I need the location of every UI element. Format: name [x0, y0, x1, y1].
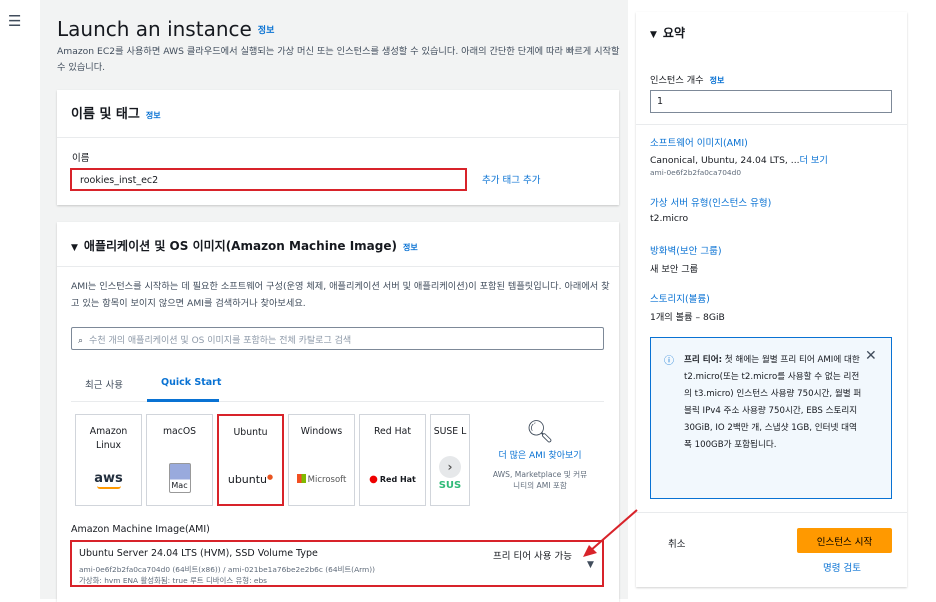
storage-value: 1개의 볼륨 – 8GiB [650, 312, 725, 323]
firewall-value: 새 보안 그룹 [650, 264, 699, 275]
ami-info-link[interactable]: 정보 [403, 243, 418, 252]
server-type-value: t2.micro [650, 213, 689, 224]
free-tier-alert: ⓘ ✕ 프리 티어: 첫 해에는 월별 프리 티어 AMI에 대한 t2.mic… [650, 337, 892, 499]
aws-logo-icon: aws [76, 471, 141, 489]
collapse-caret-icon: ▼ [650, 30, 657, 40]
ami-search-input[interactable]: ⌕ 수천 개의 애플리케이션 및 OS 이미지를 포함하는 전체 카탈로그 검색 [71, 327, 604, 350]
summary-panel: ▼ 요약 인스턴스 개수 정보 1 소프트웨어 이미지(AMI) Canonical… [636, 12, 907, 587]
collapse-caret-icon: ▼ [71, 243, 78, 253]
browse-more-ami[interactable]: 🔍︎ 더 많은 AMI 찾아보기 AWS, Marketplace 및 커뮤니티… [490, 420, 590, 491]
name-tags-header: 이름 및 태그 정보 [71, 107, 161, 122]
ami-tile-suse[interactable]: SUSE L › SUS [430, 414, 470, 506]
ami-attributes: 가상화: hvm ENA 활성화됨: true 루트 디바이스 유형: ebs [79, 576, 268, 585]
browse-more-ami-sub: AWS, Marketplace 및 커뮤니티의 AMI 포함 [492, 470, 588, 490]
show-more-link[interactable]: 더 보기 [800, 155, 828, 166]
software-image-value: Canonical, Ubuntu, 24.04 LTS, ...더 보기 [650, 155, 828, 166]
dropdown-caret-icon: ▼ [587, 560, 594, 570]
name-label: 이름 [72, 153, 90, 164]
browse-more-ami-link[interactable]: 더 많은 AMI 찾아보기 [490, 449, 590, 464]
microsoft-logo-icon: Microsoft [289, 474, 354, 485]
instance-count-input[interactable]: 1 [650, 90, 892, 113]
server-type-link[interactable]: 가상 서버 유형(인스턴스 유형) [650, 195, 771, 209]
summary-title[interactable]: ▼ 요약 [650, 24, 685, 41]
menu-icon[interactable]: ☰ [8, 12, 21, 30]
search-icon: ⌕ [78, 336, 84, 346]
page-description: Amazon EC2를 사용하면 AWS 클라우드에서 실행되는 가상 머신 또… [57, 46, 620, 73]
name-tags-panel: 이름 및 태그 정보 이름 rookies_inst_ec2 추가 태그 추가 [57, 90, 619, 205]
free-tier-badge: 프리 티어 사용 가능 [493, 551, 572, 562]
ami-header[interactable]: ▼ 애플리케이션 및 OS 이미지(Amazon Machine Image) 정보 [71, 237, 418, 254]
name-tags-info-link[interactable]: 정보 [146, 111, 161, 120]
cancel-button[interactable]: 취소 [668, 536, 685, 550]
name-input[interactable]: rookies_inst_ec2 [70, 168, 467, 191]
ami-panel: ▼ 애플리케이션 및 OS 이미지(Amazon Machine Image) 정보… [57, 222, 619, 602]
redhat-logo-icon: ● Red Hat [369, 474, 416, 485]
tab-recent[interactable]: 최근 사용 [85, 377, 123, 391]
magnifier-icon: 🔍︎ [526, 420, 554, 445]
software-image-link[interactable]: 소프트웨어 이미지(AMI) [650, 135, 748, 149]
mac-logo-icon: Mac [147, 463, 212, 493]
review-commands-link[interactable]: 명령 검토 [823, 560, 861, 574]
tab-quick-start[interactable]: Quick Start [149, 377, 233, 397]
ami-tabs: 최근 사용 Quick Start [71, 370, 604, 402]
ami-select[interactable]: Ubuntu Server 24.04 LTS (HVM), SSD Volum… [70, 540, 604, 587]
storage-link[interactable]: 스토리지(볼륨) [650, 291, 710, 305]
info-icon: ⓘ [664, 356, 674, 367]
alert-title: 프리 티어: [684, 355, 723, 365]
ami-tile-redhat[interactable]: Red Hat ● Red Hat [359, 414, 426, 506]
title-info-link[interactable]: 정보 [258, 26, 275, 36]
ubuntu-logo-icon: ubuntu● [227, 473, 274, 486]
ami-tile-amazon-linux[interactable]: Amazon Linux aws [75, 414, 142, 506]
ami-select-label: Amazon Machine Image(AMI) [71, 524, 210, 535]
instance-count-label: 인스턴스 개수 정보 [650, 75, 725, 86]
suse-logo-icon: › SUS [431, 456, 469, 491]
page-title: Launch an instance 정보 [57, 17, 275, 41]
alert-text: 첫 해에는 월별 프리 티어 AMI에 대한 t2.micro(또는 t2.mi… [684, 355, 862, 450]
active-tab-indicator [147, 399, 219, 402]
firewall-link[interactable]: 방화벽(보안 그룹) [650, 243, 722, 257]
ami-selected-title: Ubuntu Server 24.04 LTS (HVM), SSD Volum… [79, 548, 318, 559]
ami-description: AMI는 인스턴스를 시작하는 데 필요한 소프트웨어 구성(운영 체제, 애플… [71, 281, 610, 309]
software-image-id: ami-0e6f2b2fa0ca704d0 [650, 168, 742, 177]
ami-tile-windows[interactable]: Windows Microsoft [288, 414, 355, 506]
close-icon[interactable]: ✕ [865, 348, 877, 364]
add-tag-link[interactable]: 추가 태그 추가 [482, 172, 540, 186]
instance-count-info-link[interactable]: 정보 [710, 76, 725, 85]
ami-tile-ubuntu[interactable]: Ubuntu ubuntu● [217, 414, 284, 506]
launch-instance-button[interactable]: 인스턴스 시작 [797, 528, 892, 553]
ami-ids: ami-0e6f2b2fa0ca704d0 (64비트(x86)) / ami-… [79, 565, 375, 574]
ami-tile-macos[interactable]: macOS Mac [146, 414, 213, 506]
